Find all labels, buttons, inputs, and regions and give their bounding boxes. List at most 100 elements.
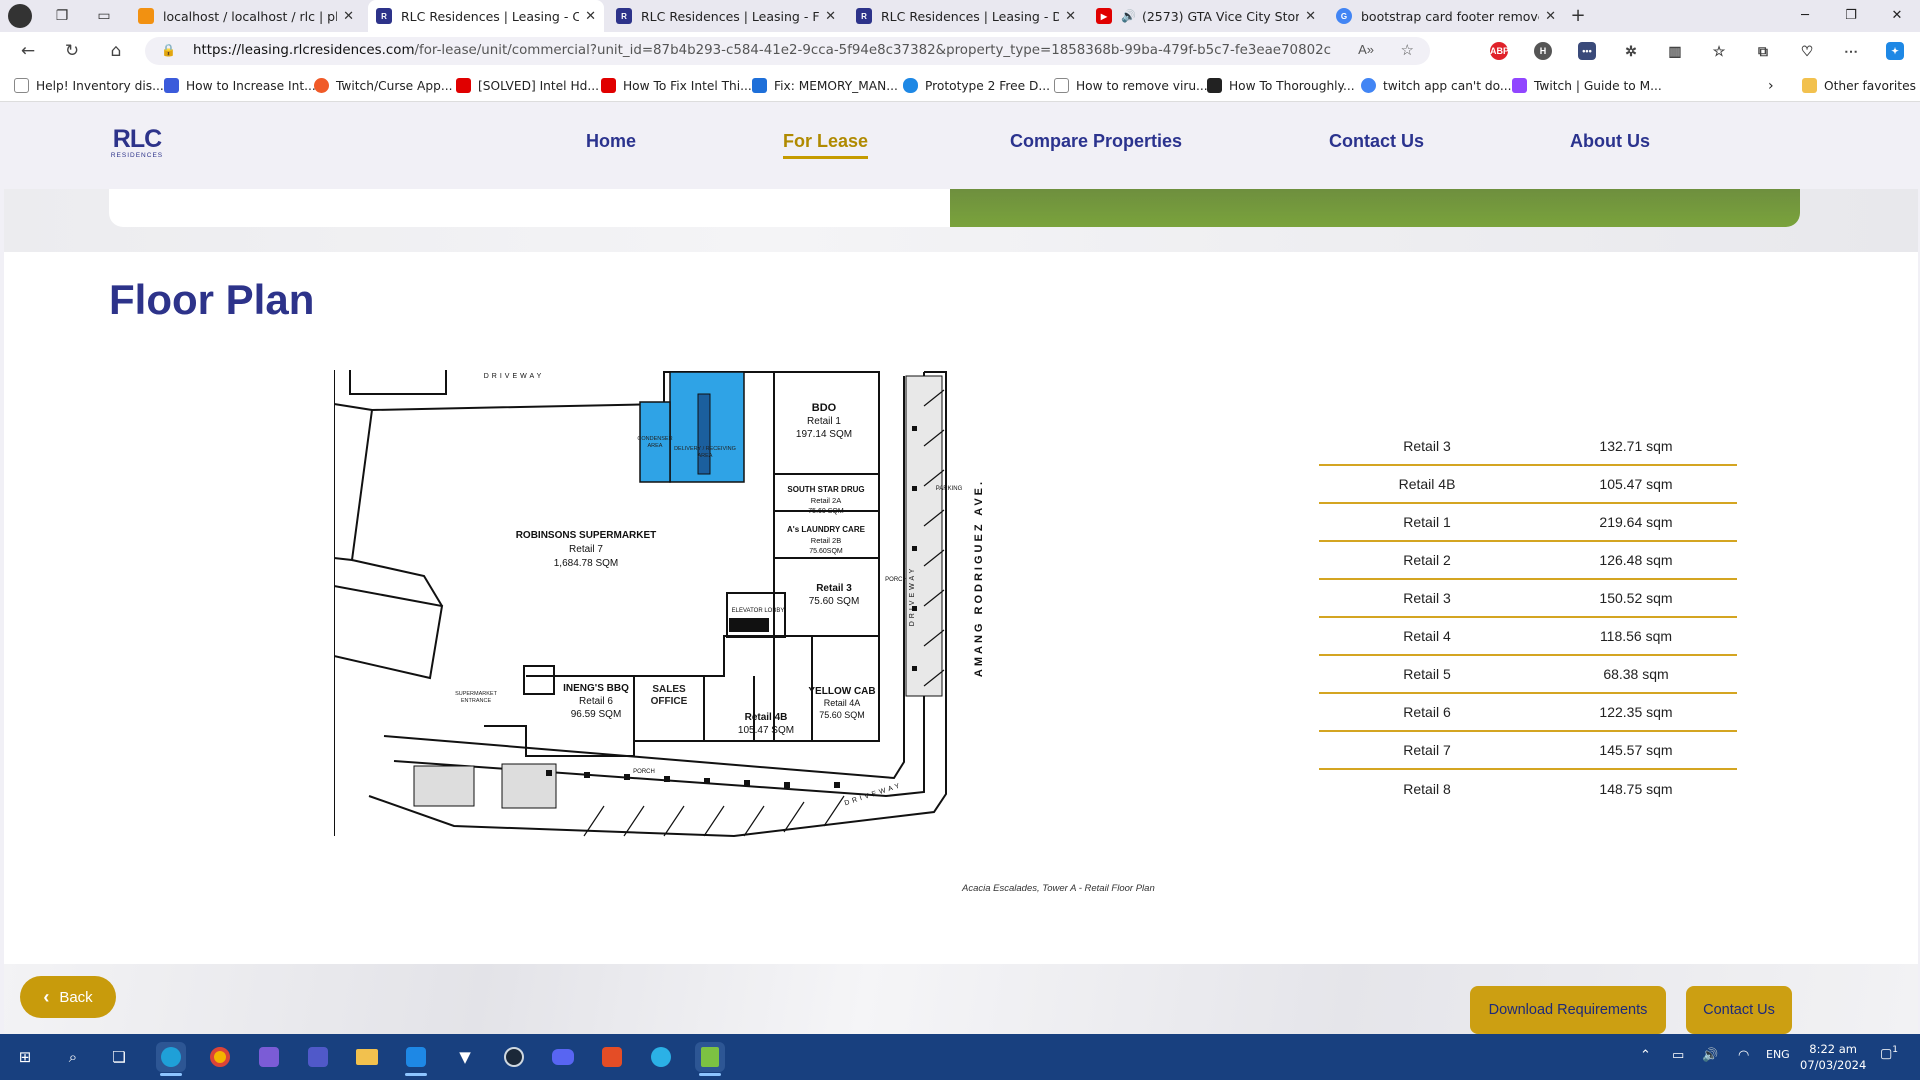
clock[interactable]: 8:22 am 07/03/2024 <box>1800 1041 1866 1073</box>
task-view-icon[interactable]: ❏ <box>104 1042 134 1072</box>
table-row: Retail 1 219.64 sqm <box>1319 504 1737 542</box>
collections-icon[interactable]: ⧉ <box>1754 42 1772 60</box>
nav-contact-us[interactable]: Contact Us <box>1329 131 1424 152</box>
performance-icon[interactable]: ♡ <box>1798 42 1816 60</box>
bookmark-item[interactable]: Fix: MEMORY_MAN... <box>752 78 898 93</box>
windows-taskbar: ⊞ ⌕ ❏ ▼ ⌃ ▭ 🔊 ◠ ENG 8:22 am 07/03/2024 ▢… <box>0 1034 1920 1080</box>
windows-start-icon[interactable]: ⊞ <box>10 1042 40 1072</box>
tab-actions-icon[interactable]: ▭ <box>94 6 114 26</box>
laundry-label: A's LAUNDRY CARE <box>787 525 866 534</box>
bookmark-item[interactable]: twitch app can't do... <box>1361 78 1512 93</box>
new-tab-icon[interactable]: + <box>1568 6 1588 26</box>
extensions-puzzle-icon[interactable]: ✲ <box>1622 42 1640 60</box>
close-tab-icon[interactable]: ✕ <box>825 9 836 24</box>
notification-icon[interactable]: ▢1 <box>1880 1045 1898 1061</box>
bookmarks-bar: Help! Inventory dis... How to Increase I… <box>0 70 1920 102</box>
svg-text:1,684.78 SQM: 1,684.78 SQM <box>554 558 618 569</box>
bookmark-item[interactable]: How to remove viru... <box>1054 78 1208 93</box>
tab-google[interactable]: G bootstrap card footer remove border ✕ <box>1328 0 1564 32</box>
tab-phpmyadmin[interactable]: localhost / localhost / rlc | phpMyAdmin… <box>130 0 362 32</box>
other-favorites-folder[interactable]: Other favorites <box>1802 78 1916 93</box>
search-icon[interactable]: ⌕ <box>58 1042 88 1072</box>
home-icon[interactable]: ⌂ <box>106 41 126 61</box>
bookmark-item[interactable]: [SOLVED] Intel Hd... <box>456 78 599 93</box>
phpmyadmin-icon <box>138 8 154 24</box>
profile-avatar-icon[interactable] <box>8 4 32 28</box>
svg-text:75.60SQM: 75.60SQM <box>809 548 843 555</box>
page-icon <box>1054 78 1069 93</box>
close-tab-icon[interactable]: ✕ <box>585 9 596 24</box>
notification-count: 1 <box>1892 1045 1899 1055</box>
nav-compare-properties[interactable]: Compare Properties <box>1010 131 1182 152</box>
back-button[interactable]: ‹ Back <box>20 976 116 1018</box>
restore-icon[interactable]: ❐ <box>1828 0 1874 32</box>
settings-menu-icon[interactable]: ⋯ <box>1842 42 1860 60</box>
nav-about-us[interactable]: About Us <box>1570 131 1650 152</box>
contact-us-button[interactable]: Contact Us <box>1686 986 1792 1034</box>
extension-dots-icon[interactable]: ••• <box>1578 42 1596 60</box>
game-app-icon[interactable] <box>597 1042 627 1072</box>
youtube-icon <box>456 78 471 93</box>
google-icon <box>1361 78 1376 93</box>
bookmark-item[interactable]: Twitch | Guide to M... <box>1512 78 1662 93</box>
battery-icon[interactable]: ▭ <box>1672 1048 1684 1063</box>
notepad-app-icon[interactable] <box>695 1042 725 1076</box>
minimize-icon[interactable]: ─ <box>1782 0 1828 32</box>
favorite-star-icon[interactable]: ☆ <box>1401 41 1414 59</box>
bookmark-item[interactable]: How To Thoroughly... <box>1207 78 1355 93</box>
download-requirements-button[interactable]: Download Requirements <box>1470 986 1666 1034</box>
tab-rlc-dashboard[interactable]: R RLC Residences | Leasing - Dashboard ✕ <box>848 0 1084 32</box>
teams-icon[interactable] <box>303 1042 333 1072</box>
extension-h-icon[interactable]: H <box>1534 42 1552 60</box>
split-screen-icon[interactable]: ▥ <box>1666 42 1684 60</box>
address-bar[interactable]: 🔒 https://leasing.rlcresidences.com/for-… <box>145 37 1430 65</box>
visual-studio-icon[interactable] <box>254 1042 284 1072</box>
driveway-side-label: DRIVEWAY <box>909 566 916 627</box>
speaker-icon[interactable]: 🔊 <box>1121 9 1136 23</box>
chrome-icon[interactable] <box>205 1042 235 1072</box>
discord-icon[interactable] <box>548 1042 578 1072</box>
tab-youtube[interactable]: ▶ 🔊 (2573) GTA Vice City Stories ✕ <box>1088 0 1324 32</box>
language-indicator[interactable]: ENG <box>1766 1048 1790 1061</box>
back-arrow-icon[interactable]: ← <box>18 41 38 61</box>
workspaces-icon[interactable]: ❐ <box>52 6 72 26</box>
edge-dev-icon[interactable] <box>646 1042 676 1072</box>
adblock-icon[interactable]: ABP <box>1490 42 1509 60</box>
yellow-cab-label: YELLOW CAB <box>808 686 875 697</box>
delivery-label: DELIVERY / RECEIVING AREA <box>674 446 736 459</box>
tab-rlc-for-lease[interactable]: R RLC Residences | Leasing - For Lease ✕ <box>608 0 844 32</box>
close-tab-icon[interactable]: ✕ <box>1305 9 1316 24</box>
fox-app-icon[interactable]: ▼ <box>450 1042 480 1072</box>
svg-text:75.60 SQM: 75.60 SQM <box>809 596 860 607</box>
read-aloud-icon[interactable]: A» <box>1358 42 1374 57</box>
bookmark-item[interactable]: Twitch/Curse App... <box>314 78 453 93</box>
file-explorer-icon[interactable] <box>352 1042 382 1072</box>
svg-text:Retail 2A: Retail 2A <box>811 496 841 505</box>
vscode-icon[interactable] <box>401 1042 431 1076</box>
refresh-icon[interactable]: ↻ <box>62 41 82 61</box>
edge-icon[interactable] <box>156 1042 186 1076</box>
nav-home[interactable]: Home <box>586 131 636 152</box>
volume-icon[interactable]: 🔊 <box>1702 1048 1718 1063</box>
bookmark-item[interactable]: How To Fix Intel Thi... <box>601 78 752 93</box>
nav-for-lease[interactable]: For Lease <box>783 131 869 159</box>
tab-rlc-commercial[interactable]: R RLC Residences | Leasing - Commercial … <box>368 0 604 32</box>
rlc-logo[interactable]: RLC RESIDENCES <box>107 126 167 159</box>
porch-label: PORCH <box>633 769 655 775</box>
google-icon: G <box>1336 8 1352 24</box>
floor-plan-caption: Acacia Escalades, Tower A - Retail Floor… <box>962 883 1155 894</box>
wifi-icon[interactable]: ◠ <box>1738 1048 1749 1063</box>
floor-plan-image: DRIVEWAY BDO Retail 1 197.14 SQM SOUTH S… <box>334 366 996 846</box>
bookmark-item[interactable]: Prototype 2 Free D... <box>903 78 1050 93</box>
close-tab-icon[interactable]: ✕ <box>1545 9 1556 24</box>
close-tab-icon[interactable]: ✕ <box>1065 9 1076 24</box>
bookmark-item[interactable]: Help! Inventory dis... <box>14 78 164 93</box>
steam-icon[interactable] <box>499 1042 529 1072</box>
favorites-icon[interactable]: ☆ <box>1710 42 1728 60</box>
more-bookmarks-chevron-icon[interactable]: › <box>1768 78 1774 94</box>
copilot-icon[interactable]: ✦ <box>1886 42 1904 60</box>
bookmark-item[interactable]: How to Increase Int... <box>164 78 316 93</box>
close-window-icon[interactable]: ✕ <box>1874 0 1920 32</box>
close-tab-icon[interactable]: ✕ <box>343 9 354 24</box>
tray-overflow-chevron-icon[interactable]: ⌃ <box>1640 1048 1651 1063</box>
